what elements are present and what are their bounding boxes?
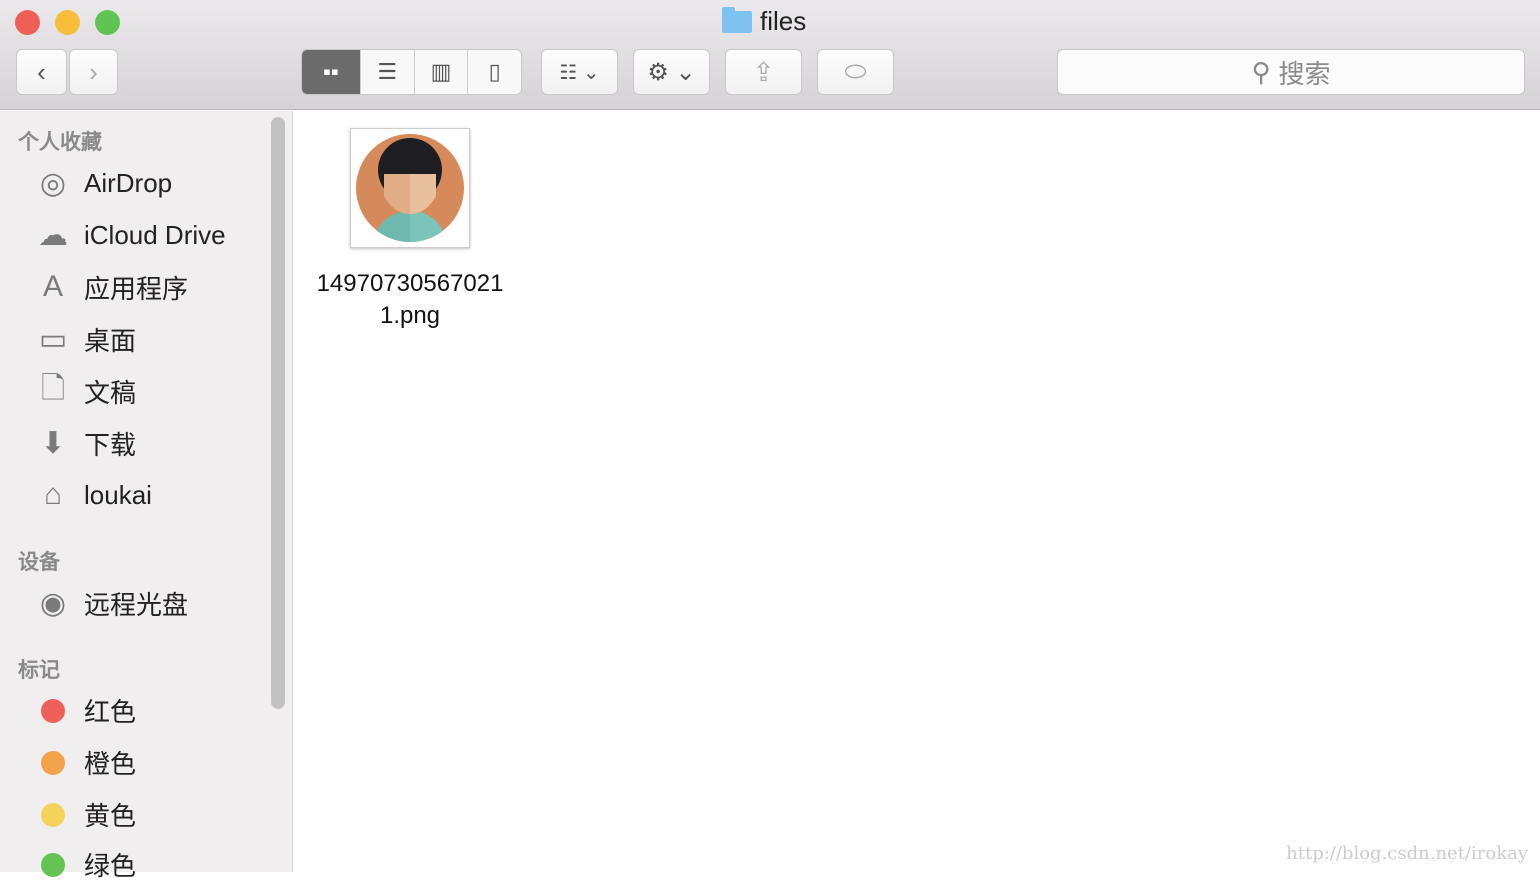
sidebar: 个人收藏 ◎ AirDrop ☁ iCloud Drive A 应用程序 ▭ 桌面 🗋 文… bbox=[0, 111, 293, 881]
share-button[interactable]: ⇪ bbox=[725, 49, 802, 95]
column-view-button[interactable]: ▥ bbox=[415, 50, 469, 94]
file-thumbnail bbox=[350, 128, 470, 248]
sidebar-item-downloads[interactable]: ⬇ 下载 bbox=[34, 424, 136, 462]
applications-icon: A bbox=[42, 270, 63, 303]
disc-icon: ◉ bbox=[39, 586, 67, 620]
sidebar-item-label: 黄色 bbox=[84, 801, 137, 831]
sidebar-item-label: loukai bbox=[84, 479, 152, 510]
tag-icon: ⬭ bbox=[844, 56, 867, 86]
file-name-line-2: 1.png bbox=[379, 302, 441, 329]
cover-flow-button[interactable]: ▯ bbox=[468, 50, 521, 94]
watermark: http://blog.csdn.net/irokay bbox=[1286, 843, 1528, 864]
airdrop-icon: ◎ bbox=[39, 166, 67, 200]
green-tag-icon bbox=[41, 852, 65, 877]
file-name-line-1: 14970730567021 bbox=[316, 270, 504, 297]
devices-header: 设备 bbox=[18, 551, 60, 574]
view-switcher: ▪▪ ☰ ▥ ▯ bbox=[301, 49, 522, 95]
sidebar-item-label: 橙色 bbox=[84, 749, 137, 779]
sidebar-item-label: 应用程序 bbox=[84, 273, 189, 304]
sidebar-item-desktop[interactable]: ▭ 桌面 bbox=[34, 320, 136, 358]
list-view-button[interactable]: ☰ bbox=[361, 50, 415, 94]
gear-icon: ⚙ ⌄ bbox=[647, 58, 696, 86]
sidebar-tag-yellow[interactable]: 黄色 bbox=[34, 796, 136, 833]
search-icon: ⚲ bbox=[1251, 56, 1271, 87]
sidebar-scrollbar[interactable] bbox=[271, 117, 285, 709]
title-text: files bbox=[760, 6, 807, 36]
desktop-icon: ▭ bbox=[38, 322, 68, 356]
documents-icon: 🗋 bbox=[40, 371, 66, 405]
tag-button[interactable]: ⬭ bbox=[817, 49, 894, 95]
action-button[interactable]: ⚙ ⌄ bbox=[633, 49, 710, 95]
sidebar-item-documents[interactable]: 🗋 文稿 bbox=[34, 372, 136, 410]
forward-button[interactable]: › bbox=[69, 49, 118, 95]
sidebar-item-home[interactable]: ⌂ loukai bbox=[34, 476, 152, 514]
window-title: files bbox=[722, 6, 806, 37]
arrange-button[interactable]: ☷ ⌄ bbox=[541, 49, 618, 95]
grid-icon: ☷ ⌄ bbox=[559, 61, 600, 84]
sidebar-item-label: 红色 bbox=[84, 697, 137, 727]
share-icon: ⇪ bbox=[752, 56, 775, 87]
yellow-tag-icon bbox=[41, 802, 65, 827]
sidebar-item-label: 下载 bbox=[84, 429, 137, 460]
sidebar-item-icloud[interactable]: ☁ iCloud Drive bbox=[34, 216, 226, 254]
favorites-header: 个人收藏 bbox=[18, 131, 102, 154]
folder-icon bbox=[722, 6, 752, 33]
sidebar-tag-red[interactable]: 红色 bbox=[34, 692, 136, 729]
sidebar-item-airdrop[interactable]: ◎ AirDrop bbox=[34, 164, 172, 202]
sidebar-item-label: 远程光盘 bbox=[84, 589, 189, 620]
sidebar-tag-green[interactable]: 绿色 bbox=[34, 846, 136, 883]
tags-header: 标记 bbox=[18, 659, 60, 682]
sidebar-item-applications[interactable]: A 应用程序 bbox=[34, 268, 188, 306]
chevron-left-icon: ‹ bbox=[37, 56, 46, 87]
sidebar-item-label: AirDrop bbox=[84, 167, 173, 198]
avatar-image bbox=[356, 134, 464, 242]
search-placeholder: 搜索 bbox=[1278, 58, 1331, 89]
toolbar: files ‹ › ▪▪ ☰ ▥ ▯ ☷ ⌄ ⚙ ⌄ ⇪ ⬭ ⚲ 搜索 bbox=[0, 0, 1540, 110]
chevron-right-icon: › bbox=[89, 56, 98, 87]
home-icon: ⌂ bbox=[43, 478, 63, 511]
minimize-button[interactable] bbox=[55, 10, 80, 35]
sidebar-tag-orange[interactable]: 橙色 bbox=[34, 744, 136, 781]
sidebar-item-label: 文稿 bbox=[84, 377, 137, 408]
download-icon: ⬇ bbox=[40, 426, 66, 460]
red-tag-icon bbox=[41, 698, 65, 723]
back-button[interactable]: ‹ bbox=[16, 49, 67, 95]
icon-view-button[interactable]: ▪▪ bbox=[302, 50, 361, 94]
sidebar-item-remote-disc[interactable]: ◉ 远程光盘 bbox=[34, 584, 188, 622]
orange-tag-icon bbox=[41, 750, 65, 775]
search-field[interactable]: ⚲ 搜索 bbox=[1057, 49, 1525, 95]
close-button[interactable] bbox=[15, 10, 40, 35]
file-name: 14970730567021 1.png bbox=[300, 268, 520, 332]
cloud-icon: ☁ bbox=[38, 218, 68, 252]
zoom-button[interactable] bbox=[95, 10, 120, 35]
file-item[interactable]: 14970730567021 1.png bbox=[300, 128, 520, 332]
sidebar-item-label: 桌面 bbox=[84, 325, 137, 356]
sidebar-item-label: 绿色 bbox=[84, 851, 137, 881]
sidebar-item-label: iCloud Drive bbox=[84, 219, 226, 250]
